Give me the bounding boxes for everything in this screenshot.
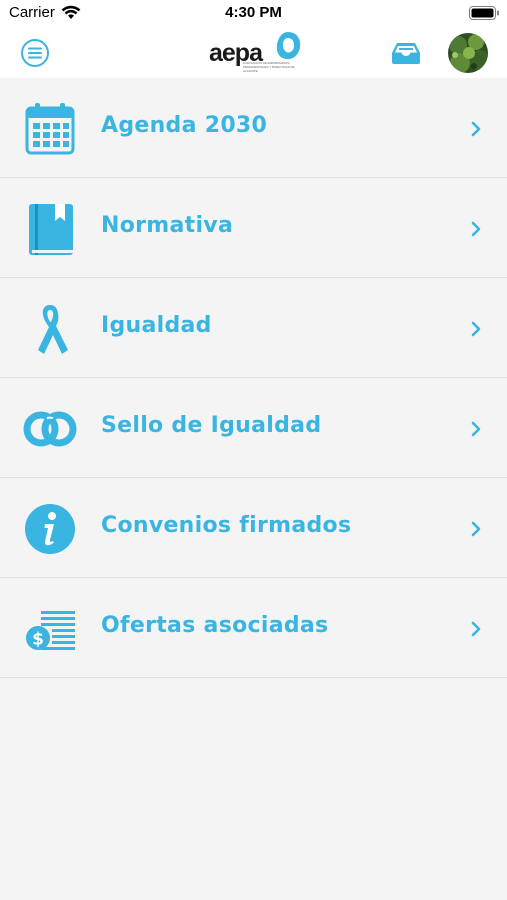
menu-item-label: Ofertas asociadas xyxy=(101,613,329,638)
nav-bar: aepa Asociación de Empresarias, Profesio… xyxy=(0,28,507,78)
calendar-icon xyxy=(25,103,75,155)
chevron-right-icon xyxy=(471,121,481,137)
menu-item-sello-de-igualdad[interactable]: Sello de Igualdad xyxy=(0,378,507,478)
logo-ring-icon xyxy=(276,32,301,60)
menu-item-label: Convenios firmados xyxy=(101,513,352,538)
chevron-right-icon xyxy=(471,521,481,537)
chevron-right-icon xyxy=(471,621,481,637)
chevron-right-icon xyxy=(471,321,481,337)
menu-item-normativa[interactable]: Normativa xyxy=(0,178,507,278)
menu-item-label: Agenda 2030 xyxy=(101,113,268,138)
menu-item-label: Sello de Igualdad xyxy=(101,413,322,438)
menu-item-convenios-firmados[interactable]: Convenios firmados xyxy=(0,478,507,578)
svg-text:$: $ xyxy=(32,630,44,650)
inbox-tray-icon[interactable] xyxy=(390,41,422,65)
status-bar: Carrier 4:30 PM xyxy=(0,0,507,28)
battery-icon xyxy=(469,6,499,20)
chevron-right-icon xyxy=(471,421,481,437)
hamburger-menu-icon[interactable] xyxy=(20,38,50,68)
menu-item-label: Igualdad xyxy=(101,313,212,338)
book-icon xyxy=(29,204,73,255)
ribbon-icon xyxy=(38,305,68,354)
chevron-right-icon xyxy=(471,221,481,237)
menu-item-agenda-2030[interactable]: Agenda 2030 xyxy=(0,78,507,178)
menu-item-ofertas-asociadas[interactable]: $ Ofertas asociadas xyxy=(0,578,507,678)
menu-item-igualdad[interactable]: Igualdad xyxy=(0,278,507,378)
status-time: 4:30 PM xyxy=(225,4,282,21)
aepa-logo: aepa Asociación de Empresarias, Profesio… xyxy=(205,29,305,77)
money-list-icon: $ xyxy=(26,611,75,650)
menu-list: Agenda 2030 Normativa Igualdad Sello de … xyxy=(0,78,507,678)
info-icon xyxy=(25,504,75,554)
menu-item-label: Normativa xyxy=(101,213,234,238)
avatar[interactable] xyxy=(448,33,488,73)
interlocked-rings-icon xyxy=(23,411,77,447)
logo-subtitle: Asociación de Empresarias, Profesionales… xyxy=(243,61,295,73)
avatar-image xyxy=(448,33,488,73)
